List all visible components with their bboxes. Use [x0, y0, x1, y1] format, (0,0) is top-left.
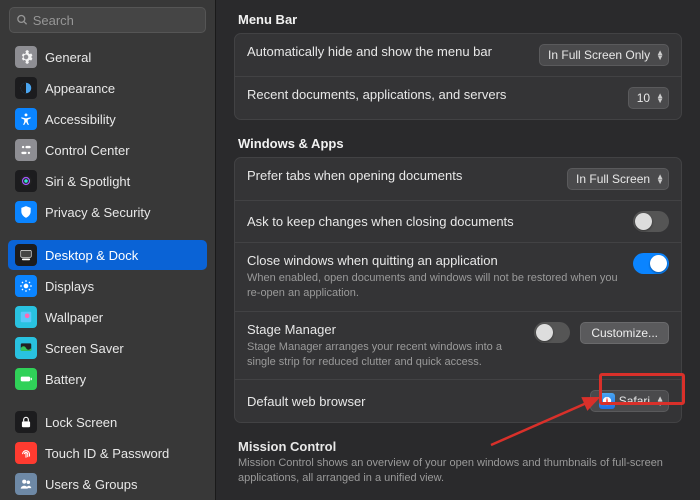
- sidebar-item-label: Users & Groups: [45, 477, 137, 492]
- lock-icon: [15, 411, 37, 433]
- updown-icon: ▲▼: [656, 50, 664, 60]
- sidebar-item-control-center[interactable]: Control Center: [8, 135, 207, 165]
- autohide-label: Automatically hide and show the menu bar: [247, 44, 529, 59]
- browser-label: Default web browser: [247, 394, 580, 409]
- sidebar-item-wallpaper[interactable]: Wallpaper: [8, 302, 207, 332]
- sidebar-item-label: Screen Saver: [45, 341, 124, 356]
- tabs-popup[interactable]: In Full Screen ▲▼: [567, 168, 669, 190]
- sidebar-item-label: General: [45, 50, 91, 65]
- siri-icon: [15, 170, 37, 192]
- ask-switch[interactable]: [633, 211, 669, 232]
- ask-label: Ask to keep changes when closing documen…: [247, 214, 623, 229]
- mission-control-desc: Mission Control shows an overview of you…: [238, 456, 678, 486]
- browser-value: Safari: [619, 394, 650, 408]
- updown-icon: ▲▼: [656, 174, 664, 184]
- sidebar-item-label: Desktop & Dock: [45, 248, 138, 263]
- users-icon: [15, 473, 37, 495]
- tabs-value: In Full Screen: [576, 172, 650, 186]
- appearance-icon: [15, 77, 37, 99]
- sidebar: General Appearance Accessibility Control Ce…: [0, 0, 216, 500]
- stage-label: Stage Manager: [247, 322, 524, 337]
- search-input[interactable]: [33, 13, 199, 28]
- touchid-icon: [15, 442, 37, 464]
- sidebar-item-label: Privacy & Security: [45, 205, 150, 220]
- close-label: Close windows when quitting an applicati…: [247, 253, 623, 268]
- autohide-value: In Full Screen Only: [548, 48, 650, 62]
- sidebar-item-label: Battery: [45, 372, 86, 387]
- sidebar-item-siri-spotlight[interactable]: Siri & Spotlight: [8, 166, 207, 196]
- section-menu-bar-title: Menu Bar: [238, 12, 678, 27]
- dock-icon: [15, 244, 37, 266]
- updown-icon: ▲▼: [656, 396, 664, 406]
- sidebar-item-accessibility[interactable]: Accessibility: [8, 104, 207, 134]
- sidebar-item-label: Control Center: [45, 143, 130, 158]
- sidebar-list: General Appearance Accessibility Control Ce…: [0, 40, 215, 500]
- browser-popup[interactable]: Safari ▲▼: [590, 390, 669, 412]
- windows-apps-card: Prefer tabs when opening documents In Fu…: [234, 157, 682, 423]
- sidebar-item-label: Lock Screen: [45, 415, 117, 430]
- sidebar-item-users-groups[interactable]: Users & Groups: [8, 469, 207, 499]
- sidebar-item-displays[interactable]: Displays: [8, 271, 207, 301]
- displays-icon: [15, 275, 37, 297]
- search-field[interactable]: [9, 7, 206, 33]
- content-pane: Menu Bar Automatically hide and show the…: [216, 0, 700, 500]
- updown-icon: ▲▼: [656, 93, 664, 103]
- stage-sub: Stage Manager arranges your recent windo…: [247, 340, 524, 370]
- accessibility-icon: [15, 108, 37, 130]
- sidebar-item-label: Appearance: [45, 81, 115, 96]
- search-icon: [16, 13, 29, 27]
- battery-icon: [15, 368, 37, 390]
- recent-value: 10: [637, 91, 650, 105]
- sidebar-item-label: Accessibility: [45, 112, 116, 127]
- mission-control-title: Mission Control: [238, 439, 678, 454]
- sidebar-item-label: Wallpaper: [45, 310, 103, 325]
- sidebar-item-privacy-security[interactable]: Privacy & Security: [8, 197, 207, 227]
- sidebar-item-lock-screen[interactable]: Lock Screen: [8, 407, 207, 437]
- sidebar-item-label: Siri & Spotlight: [45, 174, 130, 189]
- sidebar-item-desktop-dock[interactable]: Desktop & Dock: [8, 240, 207, 270]
- autohide-popup[interactable]: In Full Screen Only ▲▼: [539, 44, 669, 66]
- sidebar-item-label: Touch ID & Password: [45, 446, 169, 461]
- sidebar-item-label: Displays: [45, 279, 94, 294]
- tabs-label: Prefer tabs when opening documents: [247, 168, 557, 183]
- close-switch[interactable]: [633, 253, 669, 274]
- sidebar-item-appearance[interactable]: Appearance: [8, 73, 207, 103]
- section-windows-apps-title: Windows & Apps: [238, 136, 678, 151]
- privacy-icon: [15, 201, 37, 223]
- control-center-icon: [15, 139, 37, 161]
- screensaver-icon: [15, 337, 37, 359]
- sidebar-item-battery[interactable]: Battery: [8, 364, 207, 394]
- gear-icon: [15, 46, 37, 68]
- sidebar-item-screen-saver[interactable]: Screen Saver: [8, 333, 207, 363]
- stage-customize-button[interactable]: Customize...: [580, 322, 669, 344]
- menu-bar-card: Automatically hide and show the menu bar…: [234, 33, 682, 120]
- recent-popup[interactable]: 10 ▲▼: [628, 87, 669, 109]
- stage-switch[interactable]: [534, 322, 570, 343]
- close-sub: When enabled, open documents and windows…: [247, 271, 623, 301]
- recent-label: Recent documents, applications, and serv…: [247, 87, 618, 102]
- wallpaper-icon: [15, 306, 37, 328]
- sidebar-item-touch-id-password[interactable]: Touch ID & Password: [8, 438, 207, 468]
- sidebar-item-general[interactable]: General: [8, 42, 207, 72]
- safari-icon: [599, 393, 615, 409]
